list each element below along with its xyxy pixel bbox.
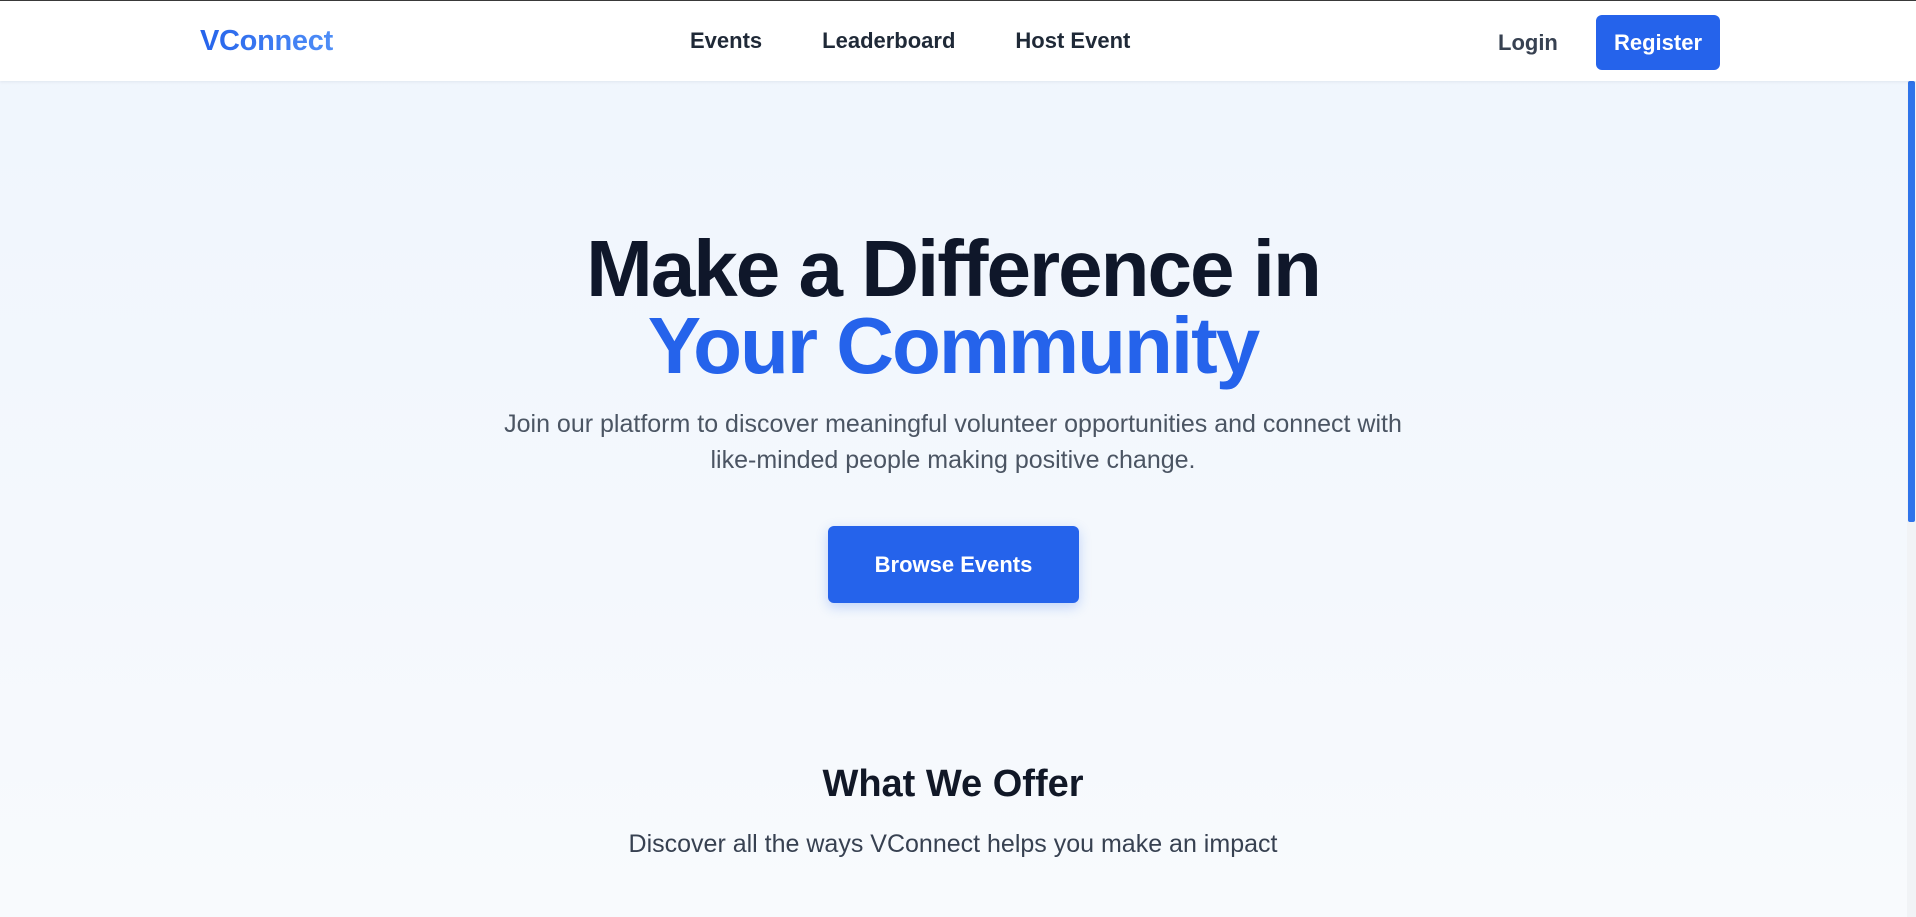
hero-title-accent: Your Community	[647, 301, 1261, 390]
nav-link-leaderboard[interactable]: Leaderboard	[822, 28, 955, 54]
nav-link-host-event[interactable]: Host Event	[1015, 28, 1130, 54]
hero-subtitle: Join our platform to discover meaningful…	[504, 410, 1402, 474]
scrollbar-thumb[interactable]	[1908, 81, 1915, 522]
hero-title-line: Make a Difference in	[586, 224, 1322, 313]
browse-events-button[interactable]: Browse Events	[828, 526, 1079, 603]
offer-section-title: What We Offer	[822, 763, 1084, 805]
brand-logo[interactable]: VConnect	[200, 25, 333, 58]
nav-links: Events Leaderboard Host Event	[690, 1, 1130, 81]
nav-link-events[interactable]: Events	[690, 28, 762, 54]
page-scrollbar[interactable]	[1907, 81, 1916, 917]
login-link[interactable]: Login	[1498, 30, 1558, 56]
register-button[interactable]: Register	[1596, 15, 1720, 70]
hero-title: Make a Difference in Your Community	[0, 224, 1906, 390]
top-navbar: VConnect Events Leaderboard Host Event L…	[0, 1, 1916, 81]
hero-section: Make a Difference in Your Community Join…	[0, 224, 1906, 478]
offer-section-subtitle: Discover all the ways VConnect helps you…	[628, 830, 1278, 858]
